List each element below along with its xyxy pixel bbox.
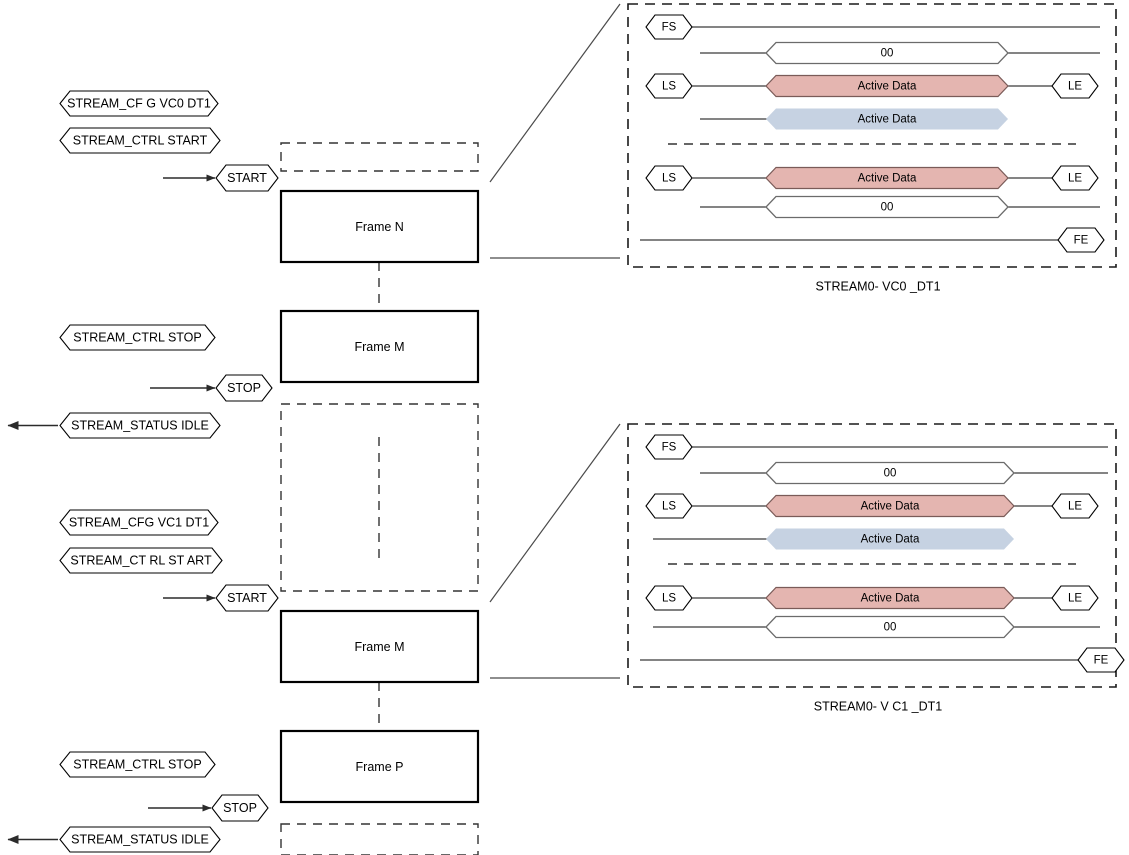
panel-row-row-bus-00-b: 00 [653,615,1100,639]
bus-value: 00 [884,622,897,634]
active-data-label: Active Data [861,501,920,513]
status-idle-1[interactable]: STREAM_STATUS IDLE [7,412,221,439]
signal-label: FS [662,442,677,454]
event-label: STOP [223,801,257,815]
command-label: STREAM_CTRL STOP [73,330,202,344]
panel-row-row-active-b: Active Data [700,108,1008,130]
frame-label: Frame P [356,760,404,774]
command-label: STREAM_STATUS IDLE [71,418,209,432]
dashed-region [280,142,479,172]
ctrl-stop-1[interactable]: STREAM_CTRL STOP [59,324,216,351]
active-data-label: Active Data [858,81,917,93]
signal-label: FS [662,22,677,34]
frame-label: Frame M [355,340,405,354]
conn-vc1-diagonal [489,423,621,603]
command-label: STREAM_CTRL STOP [73,757,202,771]
dash-region-middle [280,403,479,592]
active-data-label: Active Data [858,173,917,185]
panel-row-row-bus-00-b: 00 [700,195,1100,219]
frame-m2: Frame M [279,609,480,684]
panel-row-row-fs: FS [645,434,1108,460]
panel-row-row-ls-le-a: LS Active Data LE [645,73,1099,99]
signal-label: LS [662,173,676,185]
panel-row-row-bus-00-a: 00 [700,41,1100,65]
panel-row-row-fe: FE [640,227,1105,253]
active-data-label: Active Data [861,593,920,605]
signal-label: FE [1074,235,1089,247]
command-label: STREAM_STATUS IDLE [71,832,209,846]
signal-label: FE [1094,655,1109,667]
frame-m1: Frame M [279,309,480,384]
panel-row-row-fe: FE [640,647,1125,673]
signal-label: LE [1068,501,1082,513]
frame-label: Frame N [355,220,404,234]
diagram-svg: Frame N Frame M Frame M Frame P STREAM_CF G… [7,3,1125,855]
bus-value: 00 [881,48,894,60]
cfg-vc1[interactable]: STREAM_CFG VC1 DT1 [59,509,219,536]
panel-row-row-fs: FS [645,14,1100,40]
event-label: STOP [227,381,261,395]
frame-label: Frame M [355,640,405,654]
stop-2[interactable]: STOP [148,794,269,822]
frame-p: Frame P [279,729,480,804]
stop-1[interactable]: STOP [150,374,273,402]
frame-n: Frame N [279,189,480,264]
dash-region-top [280,142,479,172]
active-data-label: Active Data [858,114,917,126]
panel-group: FS 00 LS Active Data LE Active Data LS Active D… [627,3,1125,713]
start-1[interactable]: START [163,164,279,192]
panel-row-row-bus-00-a: 00 [700,461,1108,485]
dash-region-bottom [280,823,479,855]
ctrl-start-2[interactable]: STREAM_CT RL ST ART [59,547,223,574]
dashed-region [280,403,479,592]
diagram-canvas: Frame N Frame M Frame M Frame P STREAM_CF G… [0,0,1129,855]
cfg-vc0[interactable]: STREAM_CF G VC0 DT1 [59,90,219,117]
signal-label: LE [1068,81,1082,93]
ctrl-stop-2[interactable]: STREAM_CTRL STOP [59,751,216,778]
dashed-region [280,823,479,855]
bus-value: 00 [884,468,897,480]
command-label: STREAM_CT RL ST ART [70,553,212,567]
active-data-label: Active Data [861,534,920,546]
signal-label: LS [662,593,676,605]
ctrl-start-1[interactable]: STREAM_CTRL START [59,127,221,154]
command-group: STREAM_CF G VC0 DT1 STREAM_CTRL START STRE… [7,90,223,853]
event-label: START [227,171,267,185]
command-label: STREAM_CF G VC0 DT1 [67,96,211,110]
status-idle-2[interactable]: STREAM_STATUS IDLE [7,826,221,853]
panel-vc1: FS 00 LS Active Data LE Active Data LS Active D… [627,423,1125,713]
panel-row-row-active-b: Active Data [653,528,1014,550]
command-label: STREAM_CTRL START [73,133,208,147]
event-group: START STOP START STOP [148,164,279,822]
panel-connector-group [489,3,621,679]
signal-label: LE [1068,173,1082,185]
event-label: START [227,591,267,605]
panel-row-row-ls-le-b: LS Active Data LE [645,165,1099,191]
panel-caption: STREAM0- V C1 _DT1 [814,699,943,713]
panel-vc0: FS 00 LS Active Data LE Active Data LS Active D… [627,3,1117,293]
bus-value: 00 [881,202,894,214]
command-label: STREAM_CFG VC1 DT1 [69,515,209,529]
signal-label: LS [662,501,676,513]
start-2[interactable]: START [163,584,279,612]
panel-row-row-ls-le-b: LS Active Data LE [645,585,1099,611]
signal-label: LE [1068,593,1082,605]
signal-label: LS [662,81,676,93]
panel-row-row-ls-le-a: LS Active Data LE [645,493,1099,519]
conn-vc0-diagonal [489,3,621,183]
panel-caption: STREAM0- VC0 _DT1 [815,279,940,293]
